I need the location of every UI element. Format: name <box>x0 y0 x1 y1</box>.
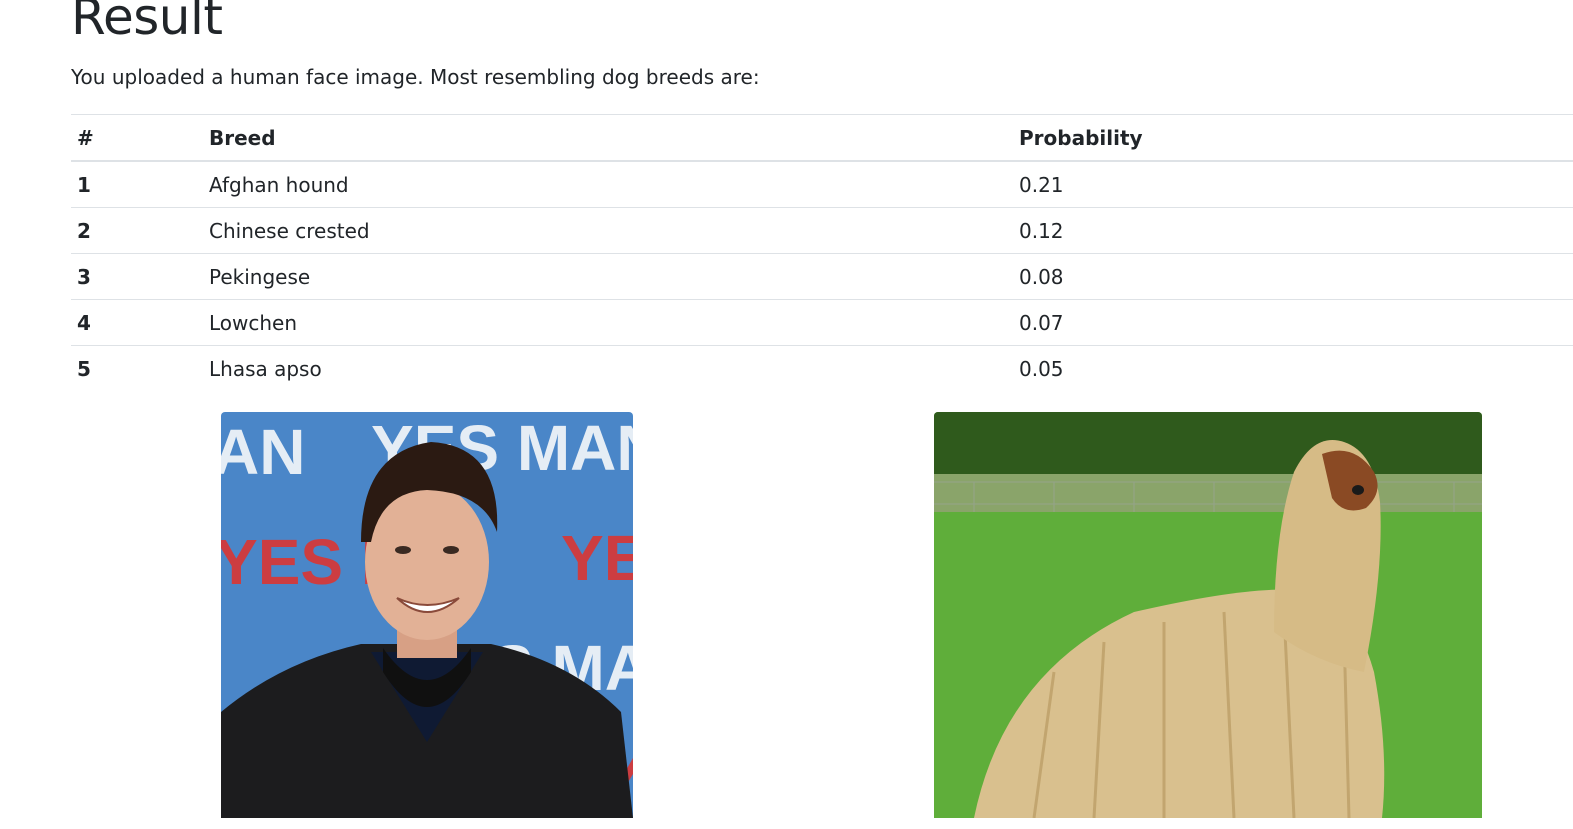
table-header-row: # Breed Probability <box>71 114 1573 162</box>
row-probability: 0.05 <box>1013 345 1573 391</box>
header-probability: Probability <box>1013 114 1573 162</box>
backdrop-text: YE <box>561 522 633 594</box>
table-row: 4 Lowchen 0.07 <box>71 299 1573 346</box>
row-breed: Lhasa apso <box>203 345 1013 391</box>
result-page: Result You uploaded a human face image. … <box>0 0 1573 829</box>
row-rank: 3 <box>71 253 203 300</box>
row-probability: 0.21 <box>1013 160 1573 208</box>
row-probability: 0.07 <box>1013 299 1573 346</box>
table-row: 1 Afghan hound 0.21 <box>71 160 1573 208</box>
row-breed: Lowchen <box>203 299 1013 346</box>
table-row: 2 Chinese crested 0.12 <box>71 207 1573 254</box>
header-rank: # <box>71 114 203 162</box>
row-probability: 0.08 <box>1013 253 1573 300</box>
row-probability: 0.12 <box>1013 207 1573 254</box>
table-row: 5 Lhasa apso 0.05 <box>71 345 1573 391</box>
backdrop-text: AN <box>221 416 305 488</box>
uploaded-human-image: AN YES MAN YES M YE S MAN YE <box>221 412 633 818</box>
row-rank: 5 <box>71 345 203 391</box>
row-breed: Afghan hound <box>203 160 1013 208</box>
afghan-hound-illustration <box>934 412 1482 818</box>
breeds-table: # Breed Probability 1 Afghan hound 0.21 … <box>71 114 1573 391</box>
result-message: You uploaded a human face image. Most re… <box>71 65 760 89</box>
page-title: Result <box>71 0 223 46</box>
row-rank: 2 <box>71 207 203 254</box>
human-portrait-illustration: AN YES MAN YES M YE S MAN YE <box>221 412 633 818</box>
header-breed: Breed <box>203 114 1013 162</box>
matched-dog-image <box>934 412 1482 818</box>
row-breed: Pekingese <box>203 253 1013 300</box>
row-breed: Chinese crested <box>203 207 1013 254</box>
row-rank: 1 <box>71 160 203 208</box>
row-rank: 4 <box>71 299 203 346</box>
table-row: 3 Pekingese 0.08 <box>71 253 1573 300</box>
